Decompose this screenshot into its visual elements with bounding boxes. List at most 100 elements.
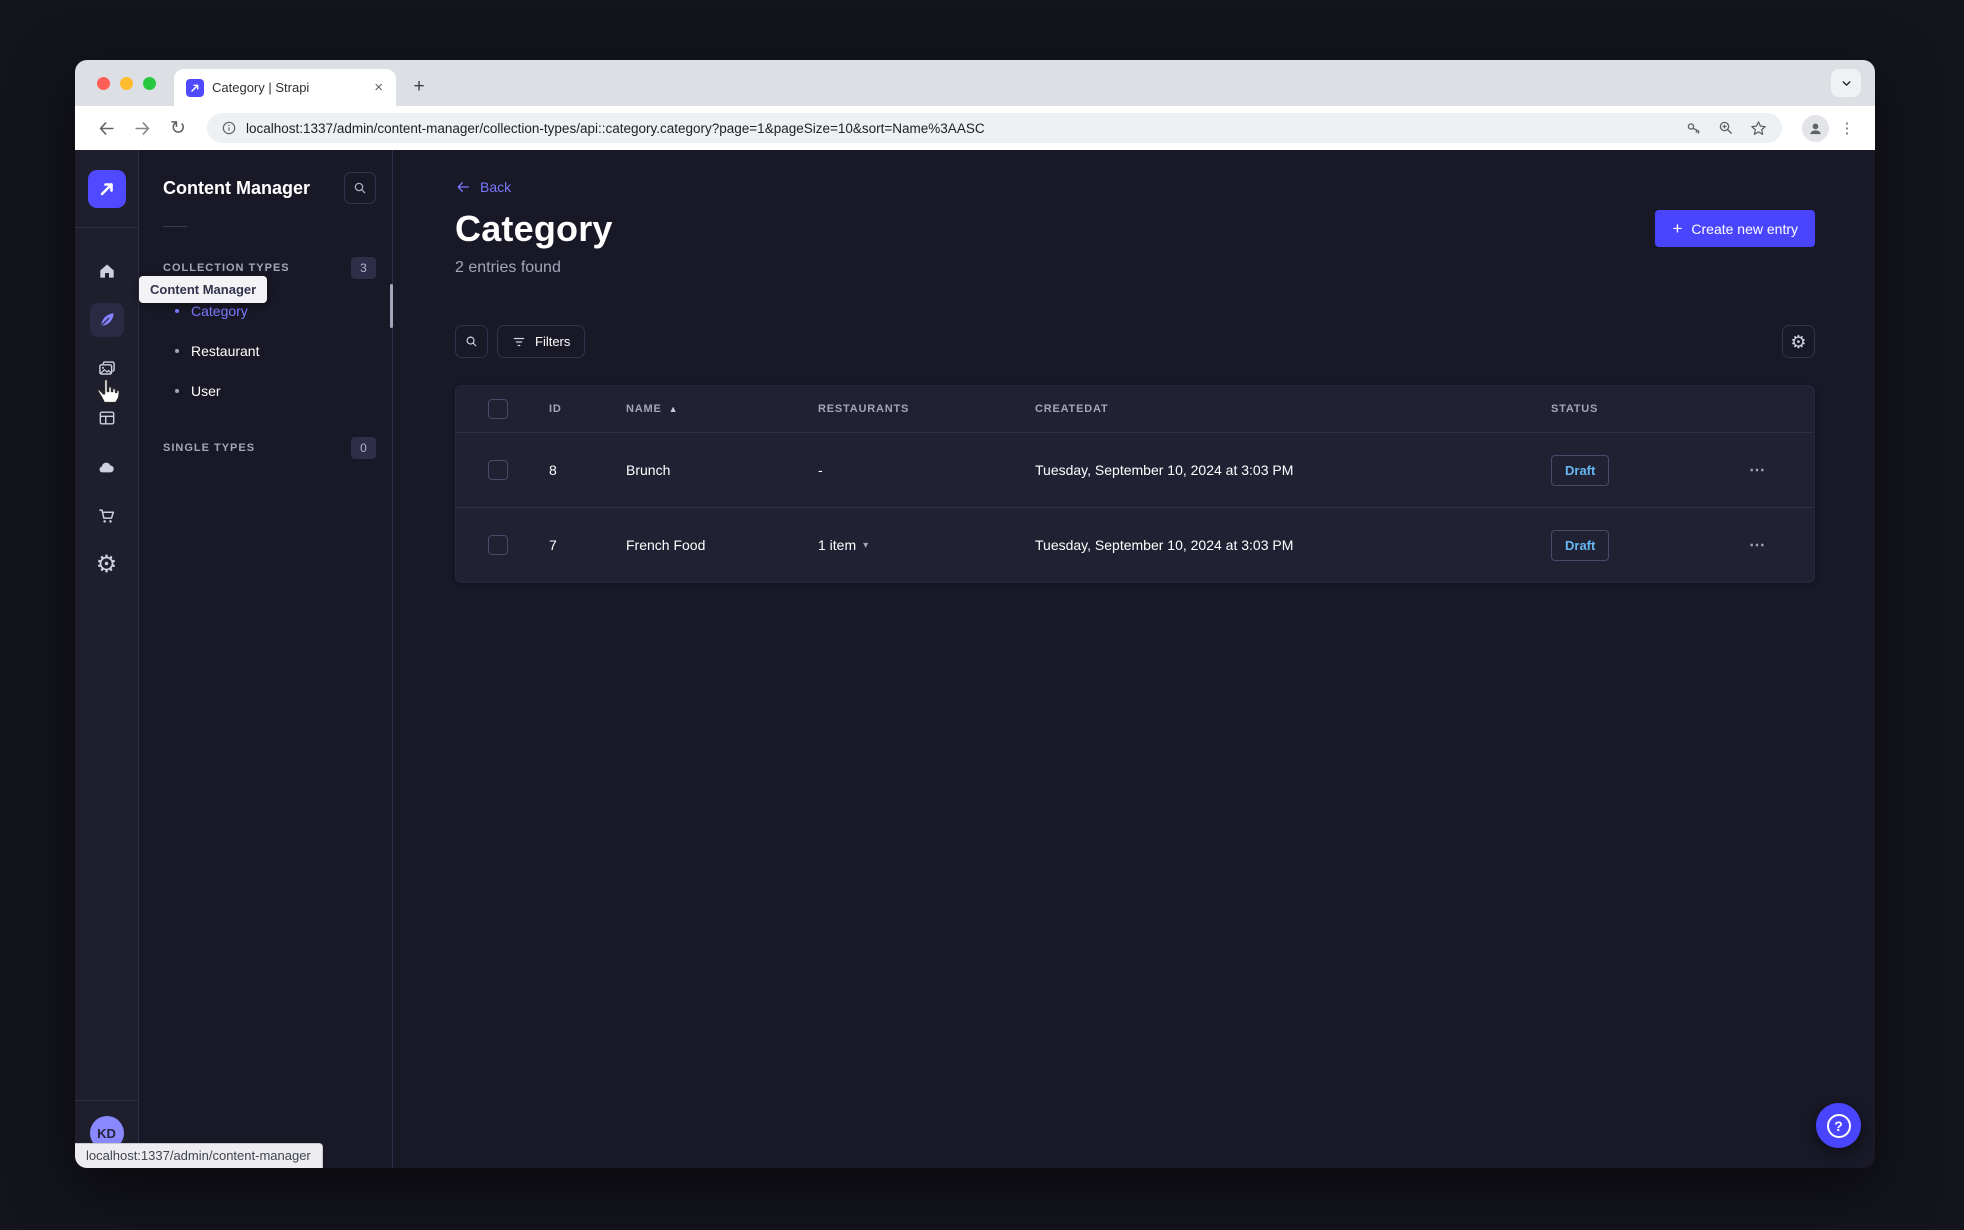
column-header-id[interactable]: ID [549,403,626,415]
url-text: localhost:1337/admin/content-manager/col… [246,120,985,136]
collection-types-label: COLLECTION TYPES [163,262,290,274]
cell-restaurants[interactable]: 1 item ▾ [818,537,1035,553]
nav-cloud-button[interactable] [90,450,124,484]
row-checkbox[interactable] [488,535,508,555]
rail-divider [75,227,139,228]
tab-strip: Category | Strapi × + [75,60,1875,106]
table-header-row: ID NAME ▲ RESTAURANTS CREATEDAT STATUS [456,386,1814,432]
password-key-icon[interactable] [1685,119,1703,137]
question-mark-icon: ? [1826,1113,1851,1138]
strapi-favicon-icon [186,78,204,97]
bookmark-star-icon[interactable] [1749,119,1768,138]
minimize-window-button[interactable] [120,77,133,90]
table-row[interactable]: 7 French Food 1 item ▾ Tuesday, September… [456,507,1814,582]
arrow-left-icon [457,182,469,192]
browser-profile-avatar[interactable] [1802,114,1829,142]
bullet-icon [175,389,179,393]
row-actions-button[interactable]: ⋯ [1745,460,1814,480]
browser-toolbar: ↻ localhost:1337/admin/content-manager/c… [75,106,1875,150]
nav-marketplace-button[interactable] [90,499,124,533]
cell-id: 7 [549,537,557,553]
back-label: Back [480,179,512,195]
nav-media-library-button[interactable] [90,352,124,386]
row-checkbox[interactable] [488,460,508,480]
column-header-createdat[interactable]: CREATEDAT [1035,403,1551,415]
person-icon [1810,123,1821,134]
forward-button[interactable] [127,113,157,143]
row-actions-button[interactable]: ⋯ [1745,535,1814,555]
collection-types-count-badge: 3 [351,257,376,279]
media-library-icon [98,361,115,375]
select-all-checkbox[interactable] [488,399,508,419]
table-row[interactable]: 8 Brunch - Tuesday, September 10, 2024 a… [456,432,1814,507]
filters-label: Filters [535,334,571,349]
bullet-icon [175,309,179,313]
nav-home-button[interactable] [90,254,124,288]
cell-restaurants: - [818,462,823,478]
cell-createdat: Tuesday, September 10, 2024 at 3:03 PM [1035,462,1294,478]
nav-content-manager-button[interactable] [89,303,124,337]
browser-menu-button[interactable]: ⋮ [1835,119,1859,137]
strapi-logo[interactable] [87,170,126,208]
cell-createdat: Tuesday, September 10, 2024 at 3:03 PM [1035,537,1294,553]
main-content: Back Category 2 entries found + Create n… [393,150,1875,1168]
subnav-item-label: Restaurant [191,343,260,359]
search-icon [354,182,366,194]
entries-count: 2 entries found [455,259,561,276]
create-new-entry-label: Create new entry [1691,220,1798,237]
column-header-name[interactable]: NAME ▲ [626,403,818,415]
close-window-button[interactable] [97,77,110,90]
search-icon [466,336,477,347]
create-new-entry-button[interactable]: + Create new entry [1655,210,1815,247]
content-manager-tooltip: Content Manager [139,276,268,303]
home-icon [99,264,114,278]
column-header-restaurants[interactable]: RESTAURANTS [818,403,1035,415]
zoom-icon[interactable] [1717,119,1735,137]
gear-icon: ⚙ [1790,331,1807,352]
page-info-icon[interactable] [221,120,237,136]
address-bar[interactable]: localhost:1337/admin/content-manager/col… [207,113,1782,143]
browser-window: Category | Strapi × + ↻ localhost:1337/a… [75,60,1875,1168]
status-badge: Draft [1551,529,1610,561]
single-types-section: SINGLE TYPES 0 [163,437,376,459]
nav-settings-button[interactable]: ⚙ [90,548,124,582]
filter-icon [513,337,525,346]
sort-ascending-icon: ▲ [668,404,679,414]
reload-button[interactable]: ↻ [163,113,193,143]
content-manager-subnav: Content Manager COLLECTION TYPES 3 Categ… [139,150,393,1168]
back-link[interactable]: Back [455,179,511,195]
status-badge: Draft [1551,454,1610,486]
column-header-status[interactable]: STATUS [1551,403,1745,415]
gear-icon: ⚙ [95,551,118,578]
shopping-cart-icon [98,509,114,523]
subnav-item-label: User [191,383,221,399]
entries-table: ID NAME ▲ RESTAURANTS CREATEDAT STATUS 8 … [455,385,1815,583]
cell-name: French Food [626,537,706,553]
tab-title: Category | Strapi [212,80,310,95]
tab-search-button[interactable] [1831,69,1861,97]
subnav-search-button[interactable] [344,172,376,204]
cloud-icon [99,462,114,472]
subnav-item-user[interactable]: User [163,372,376,410]
nav-content-type-builder-button[interactable] [90,401,124,435]
cell-id: 8 [549,462,557,478]
table-settings-button[interactable]: ⚙ [1782,325,1815,358]
bullet-icon [175,349,179,353]
help-button[interactable]: ? [1816,1103,1861,1148]
tab-close-icon[interactable]: × [371,79,386,96]
subnav-item-restaurant[interactable]: Restaurant [163,332,376,370]
subnav-title: Content Manager [163,177,311,198]
back-button[interactable] [91,113,121,143]
main-nav-rail: ⚙ KD [75,150,139,1168]
content-manager-feather-icon [100,313,114,327]
new-tab-button[interactable]: + [404,72,434,102]
cell-name: Brunch [626,462,671,478]
chevron-down-icon [1842,80,1850,86]
filters-button[interactable]: Filters [497,325,586,358]
browser-tab[interactable]: Category | Strapi × [174,69,396,106]
single-types-count-badge: 0 [351,437,376,459]
zoom-window-button[interactable] [143,77,156,90]
subnav-item-label: Category [191,303,248,319]
table-search-button[interactable] [455,325,488,358]
single-types-label: SINGLE TYPES [163,442,256,454]
